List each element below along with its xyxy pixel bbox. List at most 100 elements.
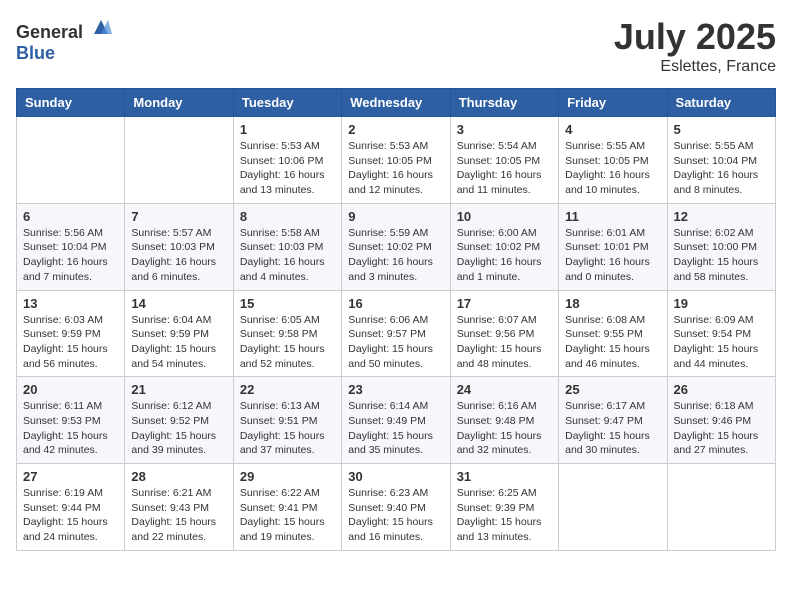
day-info: Sunrise: 6:08 AM Sunset: 9:55 PM Dayligh…	[565, 313, 660, 372]
calendar-cell: 10 Sunrise: 6:00 AM Sunset: 10:02 PM Dayl…	[450, 203, 558, 290]
day-info: Sunrise: 6:17 AM Sunset: 9:47 PM Dayligh…	[565, 399, 660, 458]
day-number: 4	[565, 122, 660, 137]
calendar-week-row: 20Sunrise: 6:11 AM Sunset: 9:53 PM Dayli…	[17, 377, 776, 464]
day-number: 5	[674, 122, 769, 137]
day-info: Sunrise: 5:53 AM Sunset: 10:06 PM Daylig…	[240, 139, 335, 198]
weekday-header-cell: Saturday	[667, 89, 775, 117]
day-info: Sunrise: 6:14 AM Sunset: 9:49 PM Dayligh…	[348, 399, 443, 458]
calendar-cell: 20Sunrise: 6:11 AM Sunset: 9:53 PM Dayli…	[17, 377, 125, 464]
day-info: Sunrise: 6:16 AM Sunset: 9:48 PM Dayligh…	[457, 399, 552, 458]
day-info: Sunrise: 6:23 AM Sunset: 9:40 PM Dayligh…	[348, 486, 443, 545]
day-info: Sunrise: 6:25 AM Sunset: 9:39 PM Dayligh…	[457, 486, 552, 545]
calendar-cell: 12 Sunrise: 6:02 AM Sunset: 10:00 PM Dayl…	[667, 203, 775, 290]
day-info: Sunrise: 5:58 AM Sunset: 10:03 PM Daylig…	[240, 226, 335, 285]
logo-blue: Blue	[16, 43, 55, 63]
weekday-header-row: SundayMondayTuesdayWednesdayThursdayFrid…	[17, 89, 776, 117]
day-number: 10	[457, 209, 552, 224]
day-info: Sunrise: 6:12 AM Sunset: 9:52 PM Dayligh…	[131, 399, 226, 458]
day-info: Sunrise: 6:03 AM Sunset: 9:59 PM Dayligh…	[23, 313, 118, 372]
calendar-cell: 27Sunrise: 6:19 AM Sunset: 9:44 PM Dayli…	[17, 464, 125, 551]
calendar-cell: 15Sunrise: 6:05 AM Sunset: 9:58 PM Dayli…	[233, 290, 341, 377]
day-number: 1	[240, 122, 335, 137]
day-info: Sunrise: 5:56 AM Sunset: 10:04 PM Daylig…	[23, 226, 118, 285]
day-info: Sunrise: 6:13 AM Sunset: 9:51 PM Dayligh…	[240, 399, 335, 458]
calendar-cell: 22 Sunrise: 6:13 AM Sunset: 9:51 PM Dayli…	[233, 377, 341, 464]
day-number: 26	[674, 382, 769, 397]
day-info: Sunrise: 6:21 AM Sunset: 9:43 PM Dayligh…	[131, 486, 226, 545]
calendar-cell: 31 Sunrise: 6:25 AM Sunset: 9:39 PM Dayli…	[450, 464, 558, 551]
day-number: 16	[348, 296, 443, 311]
day-info: Sunrise: 6:01 AM Sunset: 10:01 PM Daylig…	[565, 226, 660, 285]
calendar-cell: 6Sunrise: 5:56 AM Sunset: 10:04 PM Dayli…	[17, 203, 125, 290]
title-block: July 2025 Eslettes, France	[614, 16, 776, 76]
calendar-cell	[125, 117, 233, 204]
calendar-cell: 3Sunrise: 5:54 AM Sunset: 10:05 PM Dayli…	[450, 117, 558, 204]
day-info: Sunrise: 6:11 AM Sunset: 9:53 PM Dayligh…	[23, 399, 118, 458]
calendar-cell: 7 Sunrise: 5:57 AM Sunset: 10:03 PM Dayli…	[125, 203, 233, 290]
day-number: 24	[457, 382, 552, 397]
calendar-week-row: 1 Sunrise: 5:53 AM Sunset: 10:06 PM Dayli…	[17, 117, 776, 204]
day-number: 25	[565, 382, 660, 397]
day-number: 13	[23, 296, 118, 311]
logo-general: General	[16, 22, 83, 42]
day-number: 7	[131, 209, 226, 224]
calendar-week-row: 6Sunrise: 5:56 AM Sunset: 10:04 PM Dayli…	[17, 203, 776, 290]
calendar-cell	[17, 117, 125, 204]
day-number: 30	[348, 469, 443, 484]
calendar-cell: 4 Sunrise: 5:55 AM Sunset: 10:05 PM Dayli…	[559, 117, 667, 204]
day-number: 18	[565, 296, 660, 311]
day-number: 3	[457, 122, 552, 137]
logo: General Blue	[16, 16, 112, 64]
calendar-cell: 21 Sunrise: 6:12 AM Sunset: 9:52 PM Dayli…	[125, 377, 233, 464]
calendar-cell: 14Sunrise: 6:04 AM Sunset: 9:59 PM Dayli…	[125, 290, 233, 377]
location-title: Eslettes, France	[614, 58, 776, 76]
calendar-cell: 1 Sunrise: 5:53 AM Sunset: 10:06 PM Dayli…	[233, 117, 341, 204]
calendar-cell: 11Sunrise: 6:01 AM Sunset: 10:01 PM Dayl…	[559, 203, 667, 290]
day-number: 21	[131, 382, 226, 397]
day-info: Sunrise: 6:04 AM Sunset: 9:59 PM Dayligh…	[131, 313, 226, 372]
day-number: 28	[131, 469, 226, 484]
day-number: 29	[240, 469, 335, 484]
calendar-cell: 18 Sunrise: 6:08 AM Sunset: 9:55 PM Dayli…	[559, 290, 667, 377]
calendar-cell: 19Sunrise: 6:09 AM Sunset: 9:54 PM Dayli…	[667, 290, 775, 377]
weekday-header-cell: Wednesday	[342, 89, 450, 117]
calendar-cell	[667, 464, 775, 551]
day-number: 19	[674, 296, 769, 311]
calendar-cell: 28 Sunrise: 6:21 AM Sunset: 9:43 PM Dayli…	[125, 464, 233, 551]
day-info: Sunrise: 5:55 AM Sunset: 10:05 PM Daylig…	[565, 139, 660, 198]
calendar-cell: 23Sunrise: 6:14 AM Sunset: 9:49 PM Dayli…	[342, 377, 450, 464]
weekday-header-cell: Friday	[559, 89, 667, 117]
day-info: Sunrise: 6:07 AM Sunset: 9:56 PM Dayligh…	[457, 313, 552, 372]
day-number: 9	[348, 209, 443, 224]
day-number: 8	[240, 209, 335, 224]
day-info: Sunrise: 6:19 AM Sunset: 9:44 PM Dayligh…	[23, 486, 118, 545]
calendar-cell: 24 Sunrise: 6:16 AM Sunset: 9:48 PM Dayli…	[450, 377, 558, 464]
month-title: July 2025	[614, 16, 776, 58]
day-info: Sunrise: 5:55 AM Sunset: 10:04 PM Daylig…	[674, 139, 769, 198]
day-info: Sunrise: 5:59 AM Sunset: 10:02 PM Daylig…	[348, 226, 443, 285]
calendar-cell: 5 Sunrise: 5:55 AM Sunset: 10:04 PM Dayli…	[667, 117, 775, 204]
calendar-cell: 25 Sunrise: 6:17 AM Sunset: 9:47 PM Dayli…	[559, 377, 667, 464]
weekday-header-cell: Monday	[125, 89, 233, 117]
calendar-cell: 17Sunrise: 6:07 AM Sunset: 9:56 PM Dayli…	[450, 290, 558, 377]
calendar-cell: 29 Sunrise: 6:22 AM Sunset: 9:41 PM Dayli…	[233, 464, 341, 551]
day-info: Sunrise: 6:02 AM Sunset: 10:00 PM Daylig…	[674, 226, 769, 285]
day-info: Sunrise: 5:57 AM Sunset: 10:03 PM Daylig…	[131, 226, 226, 285]
calendar-body: 1 Sunrise: 5:53 AM Sunset: 10:06 PM Dayli…	[17, 117, 776, 551]
logo-text: General Blue	[16, 16, 112, 64]
day-info: Sunrise: 6:00 AM Sunset: 10:02 PM Daylig…	[457, 226, 552, 285]
day-info: Sunrise: 6:06 AM Sunset: 9:57 PM Dayligh…	[348, 313, 443, 372]
calendar-cell: 26Sunrise: 6:18 AM Sunset: 9:46 PM Dayli…	[667, 377, 775, 464]
calendar-cell: 30 Sunrise: 6:23 AM Sunset: 9:40 PM Dayli…	[342, 464, 450, 551]
day-number: 15	[240, 296, 335, 311]
day-number: 12	[674, 209, 769, 224]
day-number: 31	[457, 469, 552, 484]
page-header: General Blue July 2025 Eslettes, France	[16, 16, 776, 76]
day-info: Sunrise: 6:22 AM Sunset: 9:41 PM Dayligh…	[240, 486, 335, 545]
day-info: Sunrise: 5:53 AM Sunset: 10:05 PM Daylig…	[348, 139, 443, 198]
day-number: 22	[240, 382, 335, 397]
day-number: 2	[348, 122, 443, 137]
logo-icon	[90, 16, 112, 38]
calendar-cell	[559, 464, 667, 551]
weekday-header-cell: Sunday	[17, 89, 125, 117]
